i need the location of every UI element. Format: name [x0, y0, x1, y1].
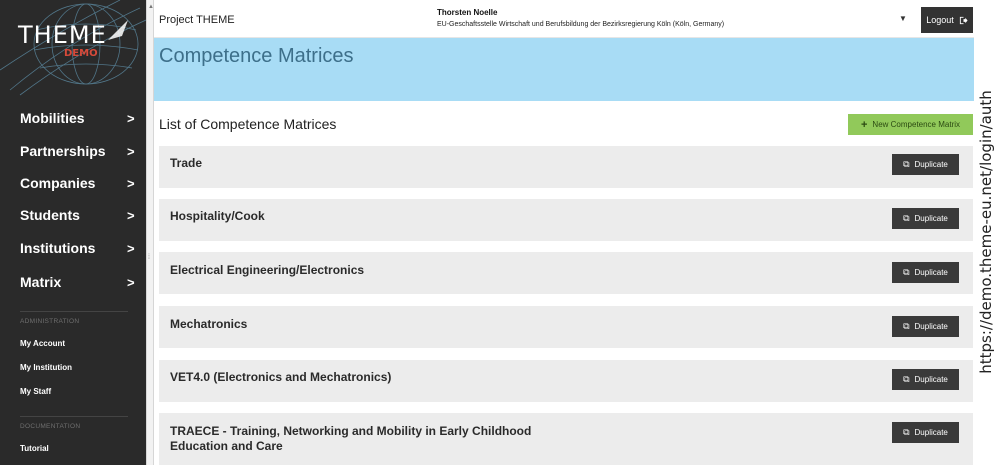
- duplicate-button[interactable]: ⧉ Duplicate: [892, 208, 959, 229]
- sidebar-resize-handle[interactable]: ▲ ⁞: [146, 0, 154, 465]
- sidebar-item-label: Companies: [20, 175, 96, 191]
- list-item: Electrical Engineering/Electronics ⧉ Dup…: [159, 252, 973, 294]
- new-button-label: New Competence Matrix: [872, 120, 961, 129]
- section-administration: ADMINISTRATION: [20, 318, 80, 325]
- list-title: List of Competence Matrices: [159, 116, 337, 132]
- duplicate-label: Duplicate: [914, 322, 948, 331]
- page-title: Competence Matrices: [159, 45, 354, 67]
- sidebar-link-my-account[interactable]: My Account: [20, 339, 65, 348]
- list-item: VET4.0 (Electronics and Mechatronics) ⧉ …: [159, 360, 973, 402]
- grip-icon: ⁞: [148, 254, 150, 261]
- duplicate-button[interactable]: ⧉ Duplicate: [892, 422, 959, 443]
- user-organization: EU-Geschaftsstelle Wirtschaft und Berufs…: [437, 21, 725, 28]
- sidebar: THEME DEMO Mobilities > Partnerships > C…: [0, 0, 146, 465]
- logo-subtitle: DEMO: [64, 48, 98, 59]
- user-name: Thorsten Noelle: [437, 8, 498, 17]
- list-item: Trade ⧉ Duplicate: [159, 146, 973, 188]
- sidebar-item-label: Partnerships: [20, 143, 106, 159]
- duplicate-label: Duplicate: [914, 375, 948, 384]
- url-caption: https://demo.theme-eu.net/login/auth: [977, 90, 995, 374]
- duplicate-label: Duplicate: [914, 268, 948, 277]
- duplicate-label: Duplicate: [914, 214, 948, 223]
- sidebar-divider: [20, 311, 128, 312]
- copy-icon: ⧉: [903, 427, 910, 437]
- logout-button[interactable]: Logout: [921, 7, 973, 33]
- logo[interactable]: THEME DEMO: [0, 0, 146, 100]
- list-item: Hospitality/Cook ⧉ Duplicate: [159, 199, 973, 241]
- user-menu-caret-icon[interactable]: ▼: [899, 14, 907, 23]
- sidebar-item-label: Students: [20, 207, 80, 223]
- section-documentation: DOCUMENTATION: [20, 423, 81, 430]
- sidebar-link-my-staff[interactable]: My Staff: [20, 387, 51, 396]
- duplicate-button[interactable]: ⧉ Duplicate: [892, 262, 959, 283]
- duplicate-label: Duplicate: [914, 160, 948, 169]
- project-name: Project THEME: [159, 14, 235, 26]
- duplicate-button[interactable]: ⧉ Duplicate: [892, 154, 959, 175]
- matrix-title[interactable]: TRAECE - Training, Networking and Mobili…: [170, 424, 570, 454]
- matrix-title[interactable]: Hospitality/Cook: [170, 209, 265, 224]
- logout-label: Logout: [926, 15, 954, 25]
- sidebar-item-institutions[interactable]: Institutions >: [0, 232, 146, 264]
- duplicate-label: Duplicate: [914, 428, 948, 437]
- matrix-title[interactable]: Trade: [170, 156, 202, 171]
- copy-icon: ⧉: [903, 213, 910, 223]
- list-item: Mechatronics ⧉ Duplicate: [159, 306, 973, 348]
- sidebar-link-my-institution[interactable]: My Institution: [20, 363, 72, 372]
- sidebar-link-tutorial[interactable]: Tutorial: [20, 444, 49, 453]
- sidebar-item-matrix[interactable]: Matrix >: [0, 266, 146, 298]
- matrix-title[interactable]: VET4.0 (Electronics and Mechatronics): [170, 370, 391, 385]
- chevron-right-icon: >: [127, 175, 135, 191]
- matrix-title[interactable]: Mechatronics: [170, 317, 247, 332]
- copy-icon: ⧉: [903, 374, 910, 384]
- sidebar-item-partnerships[interactable]: Partnerships >: [0, 135, 146, 167]
- sidebar-item-mobilities[interactable]: Mobilities >: [0, 102, 146, 134]
- chevron-right-icon: >: [127, 207, 135, 223]
- sidebar-item-label: Matrix: [20, 274, 62, 290]
- list-item: TRAECE - Training, Networking and Mobili…: [159, 413, 973, 465]
- copy-icon: ⧉: [903, 159, 910, 169]
- copy-icon: ⧉: [903, 267, 910, 277]
- top-bar: Project THEME Thorsten Noelle EU-Geschaf…: [154, 0, 974, 38]
- duplicate-button[interactable]: ⧉ Duplicate: [892, 316, 959, 337]
- page-header: Competence Matrices: [154, 38, 974, 101]
- chevron-right-icon: >: [127, 143, 135, 159]
- chevron-right-icon: >: [127, 110, 135, 126]
- sidebar-item-companies[interactable]: Companies >: [0, 167, 146, 199]
- sidebar-item-label: Institutions: [20, 240, 96, 256]
- sign-out-icon: [959, 16, 968, 24]
- duplicate-button[interactable]: ⧉ Duplicate: [892, 369, 959, 390]
- plus-icon: +: [860, 118, 868, 131]
- logo-text: THEME: [18, 21, 107, 49]
- chevron-right-icon: >: [127, 274, 135, 290]
- matrix-title[interactable]: Electrical Engineering/Electronics: [170, 263, 364, 278]
- copy-icon: ⧉: [903, 321, 910, 331]
- sidebar-item-label: Mobilities: [20, 110, 85, 126]
- chevron-right-icon: >: [127, 240, 135, 256]
- new-competence-matrix-button[interactable]: + New Competence Matrix: [848, 114, 973, 135]
- sidebar-divider: [20, 416, 128, 417]
- sidebar-item-students[interactable]: Students >: [0, 199, 146, 231]
